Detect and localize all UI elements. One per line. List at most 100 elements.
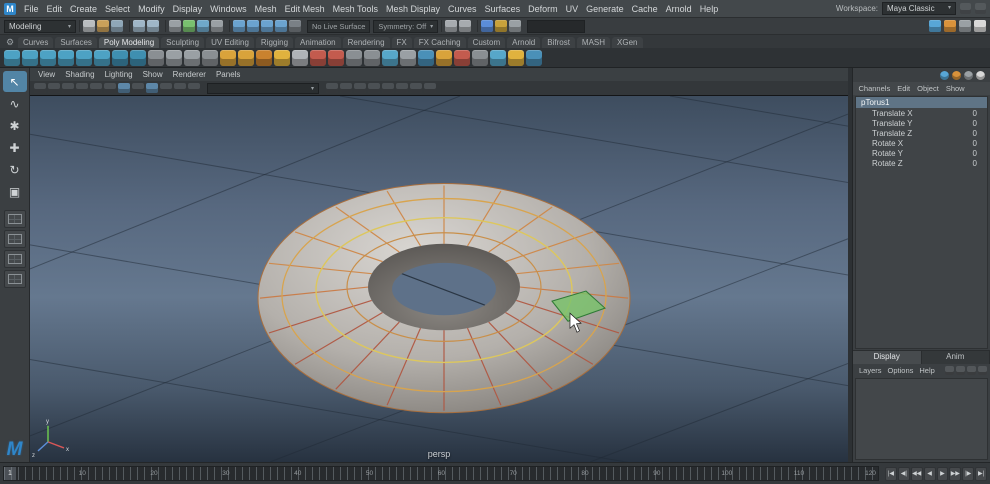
menu-set-dropdown[interactable]: Modeling ▾ (4, 19, 76, 33)
shelf-tab[interactable]: Sculpting (161, 37, 205, 48)
layer-editor-menu-item[interactable]: Options (885, 366, 917, 375)
menubar-menu-item[interactable]: File (20, 3, 43, 15)
crease-tool-icon[interactable] (472, 49, 488, 66)
extrude-icon[interactable] (238, 49, 254, 66)
menubar-menu-item[interactable]: Edit Mesh (281, 3, 329, 15)
bookmarks-icon[interactable] (76, 83, 88, 93)
attribute-editor-icon[interactable] (952, 70, 961, 80)
new-scene-icon[interactable] (83, 20, 95, 32)
input-operations-icon[interactable] (445, 20, 458, 32)
bridge-icon[interactable] (274, 49, 290, 66)
shelf-tab[interactable]: XGen (612, 37, 643, 48)
channel-box-icon[interactable] (974, 20, 986, 32)
layout-single-pane-button[interactable] (3, 210, 26, 228)
menubar-menu-item[interactable]: Mesh Tools (329, 3, 382, 15)
lasso-select-tool[interactable]: ∿ (3, 93, 27, 114)
spin-edge-icon[interactable] (490, 49, 506, 66)
shelf-tab[interactable]: Curves (18, 37, 54, 48)
shelf-tab[interactable]: Rendering (342, 37, 390, 48)
modeling-toolkit-icon[interactable] (929, 20, 941, 32)
move-tool[interactable]: ✚ (3, 137, 27, 158)
tool-settings-icon[interactable] (959, 20, 971, 32)
channel-attribute-row[interactable]: Translate Z0 (856, 128, 987, 138)
poly-cone-icon[interactable] (58, 49, 74, 66)
viewport-menu-item[interactable]: Shading (60, 70, 99, 79)
menubar-menu-item[interactable]: Select (101, 3, 134, 15)
select-tool[interactable]: ↖ (2, 71, 27, 92)
poly-cylinder-icon[interactable] (40, 49, 56, 66)
undo-icon[interactable] (133, 20, 145, 32)
paint-select-tool[interactable]: ✱ (3, 115, 27, 136)
depth-of-field-icon[interactable] (396, 83, 408, 93)
multisampling-icon[interactable] (382, 83, 394, 93)
menubar-menu-item[interactable]: Edit (43, 3, 67, 15)
smooth-icon[interactable] (220, 49, 236, 66)
redo-icon[interactable] (147, 20, 159, 32)
move-layer-up-icon[interactable] (967, 366, 976, 375)
select-object-icon[interactable] (183, 20, 195, 32)
menubar-menu-item[interactable]: Cache (628, 3, 662, 15)
append-polygon-icon[interactable] (382, 49, 398, 66)
viewport-menu-item[interactable]: Show (138, 70, 168, 79)
channel-attribute-row[interactable]: Translate X0 (856, 108, 987, 118)
channel-box-menu-item[interactable]: Channels (855, 84, 894, 93)
new-layer-from-selected-icon[interactable] (956, 366, 965, 375)
shelf-tab[interactable]: MASH (576, 37, 611, 48)
make-live-icon[interactable] (289, 20, 301, 32)
move-layer-down-icon[interactable] (978, 366, 987, 375)
menubar-menu-item[interactable]: Curves (444, 3, 481, 15)
shelf-tab[interactable]: Rigging (255, 37, 294, 48)
channel-box-menu-item[interactable]: Show (942, 84, 968, 93)
menubar-menu-item[interactable]: Arnold (662, 3, 696, 15)
save-scene-icon[interactable] (111, 20, 123, 32)
poly-torus-icon[interactable] (76, 49, 92, 66)
shadows-icon[interactable] (340, 83, 352, 93)
menubar-menu-item[interactable]: Deform (524, 3, 562, 15)
sculpt-tool-icon[interactable] (148, 49, 164, 66)
image-plane-icon[interactable] (90, 83, 102, 93)
shelf-tab[interactable]: Bifrost (542, 37, 575, 48)
channel-value-field[interactable]: 0 (973, 119, 977, 128)
select-hierarchy-icon[interactable] (169, 20, 181, 32)
combine-icon[interactable] (166, 49, 182, 66)
select-camera-icon[interactable] (34, 83, 46, 93)
separate-icon[interactable] (184, 49, 200, 66)
scale-tool[interactable]: ▣ (3, 181, 27, 202)
channel-value-field[interactable]: 0 (973, 109, 977, 118)
viewport-menu-item[interactable]: View (33, 70, 60, 79)
menubar-menu-item[interactable]: Mesh Display (382, 3, 444, 15)
project-curve-icon[interactable] (508, 49, 524, 66)
viewport-toolbar-dropdown[interactable]: ▾ (207, 82, 319, 94)
channel-box-icon[interactable] (976, 70, 985, 80)
snap-to-grid-icon[interactable] (233, 20, 245, 32)
attribute-editor-icon[interactable] (944, 20, 956, 32)
step-forward-frame-button[interactable]: |▶ (962, 466, 975, 481)
poly-cube-icon[interactable] (22, 49, 38, 66)
menubar-menu-item[interactable]: Mesh (251, 3, 281, 15)
layer-list[interactable] (855, 378, 988, 460)
tool-settings-icon[interactable] (964, 70, 973, 80)
quad-draw-icon[interactable] (328, 49, 344, 66)
exposure-icon[interactable] (424, 83, 436, 93)
fog-icon[interactable] (410, 83, 422, 93)
snap-to-curve-icon[interactable] (247, 20, 259, 32)
merge-vertices-icon[interactable] (436, 49, 452, 66)
lock-camera-icon[interactable] (48, 83, 60, 93)
channel-value-field[interactable]: 0 (973, 139, 977, 148)
layer-editor-tab[interactable]: Anim (921, 351, 990, 364)
layer-editor-menu-item[interactable]: Layers (856, 366, 885, 375)
workspace-layout-icon[interactable] (975, 3, 986, 14)
step-forward-key-button[interactable]: ▶▶ (949, 466, 962, 481)
default-material-icon[interactable] (160, 83, 172, 93)
multi-cut-icon[interactable] (292, 49, 308, 66)
offset-edge-loop-icon[interactable] (364, 49, 380, 66)
viewport-scene[interactable]: y x z persp (30, 96, 848, 462)
snap-to-plane-icon[interactable] (275, 20, 287, 32)
construction-history-icon[interactable] (459, 20, 472, 32)
viewport-menu-item[interactable]: Panels (211, 70, 245, 79)
open-render-view-icon[interactable] (481, 20, 494, 32)
channel-value-field[interactable]: 0 (973, 159, 977, 168)
bevel-icon[interactable] (256, 49, 272, 66)
snap-to-point-icon[interactable] (261, 20, 273, 32)
wireframe-on-shaded-icon[interactable] (146, 83, 158, 93)
